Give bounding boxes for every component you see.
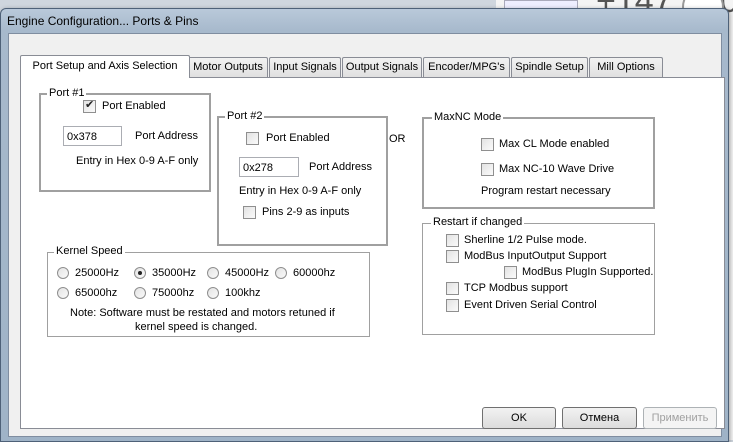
pins-as-inputs-checkbox[interactable] xyxy=(243,206,256,219)
program-restart-note: Program restart necessary xyxy=(481,185,611,197)
ok-button[interactable]: OK xyxy=(482,407,556,429)
tab-spindle-setup[interactable]: Spindle Setup xyxy=(511,57,588,77)
port1-enabled-label: Port Enabled xyxy=(102,100,166,112)
cancel-button[interactable]: Отмена xyxy=(562,407,637,429)
kernel-label-100k: 100khz xyxy=(225,287,261,299)
port2-address-input[interactable]: 0x278 xyxy=(239,157,299,177)
port1-group: Port #1 Port Enabled 0x378 Port Address … xyxy=(39,87,211,192)
port1-hint: Entry in Hex 0-9 A-F only xyxy=(76,155,199,167)
kernel-label-60000: 60000hz xyxy=(293,267,336,279)
port2-enabled-checkbox[interactable] xyxy=(246,132,259,145)
kernel-label-65000: 65000hz xyxy=(75,287,118,299)
kernel-label-25000: 25000Hz xyxy=(75,267,120,279)
tab-encoder-mpg[interactable]: Encoder/MPG's xyxy=(423,57,510,77)
serial-control-label: Event Driven Serial Control xyxy=(464,299,597,311)
tab-motor-outputs[interactable]: Motor Outputs xyxy=(188,57,268,77)
modbus-plugin-label: ModBus PlugIn Supported. xyxy=(522,266,654,278)
modbus-io-checkbox[interactable] xyxy=(446,250,459,263)
port1-enabled-checkbox[interactable] xyxy=(83,98,96,113)
kernel-note-line1: Note: Software must be restated and moto… xyxy=(70,307,335,319)
port2-address-label: Port Address xyxy=(309,161,372,173)
window-title: Engine Configuration... Ports & Pins xyxy=(7,14,199,28)
dialog-client: Port Setup and Axis Selection Motor Outp… xyxy=(8,33,725,437)
port2-enabled-label: Port Enabled xyxy=(266,132,330,144)
kernel-speed-group: Kernel Speed 25000Hz 35000Hz 45000Hz 600… xyxy=(47,245,370,337)
port1-address-input[interactable]: 0x378 xyxy=(63,126,122,146)
pins-as-inputs-label: Pins 2-9 as inputs xyxy=(262,206,350,218)
kernel-radio-25000[interactable] xyxy=(57,267,69,279)
port2-hint: Entry in Hex 0-9 A-F only xyxy=(239,185,362,197)
max-cl-mode-checkbox[interactable] xyxy=(481,138,494,151)
tcp-modbus-checkbox[interactable] xyxy=(446,282,459,295)
modbus-io-label: ModBus InputOutput Support xyxy=(464,250,607,262)
port2-title: Port #2 xyxy=(225,110,265,122)
maxnc-title: MaxNC Mode xyxy=(432,111,504,123)
tcp-modbus-label: TCP Modbus support xyxy=(464,282,568,294)
port1-title: Port #1 xyxy=(47,87,87,99)
maxnc-group: MaxNC Mode Max CL Mode enabled Max NC-10… xyxy=(422,111,655,209)
tab-panel: Port #1 Port Enabled 0x378 Port Address … xyxy=(20,77,725,429)
max-nc10-wave-label: Max NC-10 Wave Drive xyxy=(499,163,615,175)
or-label: OR xyxy=(389,133,406,145)
sherline-checkbox[interactable] xyxy=(446,234,459,247)
restart-title: Restart if changed xyxy=(431,216,525,228)
sherline-label: Sherline 1/2 Pulse mode. xyxy=(464,234,587,246)
port1-address-label: Port Address xyxy=(135,130,198,142)
tab-port-setup[interactable]: Port Setup and Axis Selection xyxy=(20,55,190,78)
tab-output-signals[interactable]: Output Signals xyxy=(342,57,422,77)
kernel-speed-title: Kernel Speed xyxy=(54,245,125,257)
kernel-label-75000: 75000hz xyxy=(152,287,195,299)
kernel-radio-35000[interactable] xyxy=(134,267,146,279)
kernel-radio-100k[interactable] xyxy=(207,287,219,299)
kernel-label-45000: 45000Hz xyxy=(225,267,270,279)
kernel-note-line2: kernel speed is changed. xyxy=(135,321,258,333)
dialog-window: Engine Configuration... Ports & Pins Por… xyxy=(0,8,729,442)
tab-mill-options[interactable]: Mill Options xyxy=(589,57,663,77)
max-nc10-wave-checkbox[interactable] xyxy=(481,163,494,176)
apply-button[interactable]: Применить xyxy=(643,407,717,429)
kernel-label-35000: 35000Hz xyxy=(152,267,197,279)
modbus-plugin-checkbox[interactable] xyxy=(504,266,517,279)
port2-group: Port #2 Port Enabled 0x278 Port Address … xyxy=(217,110,388,246)
serial-control-checkbox[interactable] xyxy=(446,299,459,312)
kernel-radio-65000[interactable] xyxy=(57,287,69,299)
restart-group: Restart if changed Sherline 1/2 Pulse mo… xyxy=(422,216,655,335)
max-cl-mode-label: Max CL Mode enabled xyxy=(499,138,610,150)
kernel-radio-45000[interactable] xyxy=(207,267,219,279)
kernel-radio-75000[interactable] xyxy=(134,287,146,299)
tab-input-signals[interactable]: Input Signals xyxy=(269,57,341,77)
kernel-radio-60000[interactable] xyxy=(275,267,287,279)
